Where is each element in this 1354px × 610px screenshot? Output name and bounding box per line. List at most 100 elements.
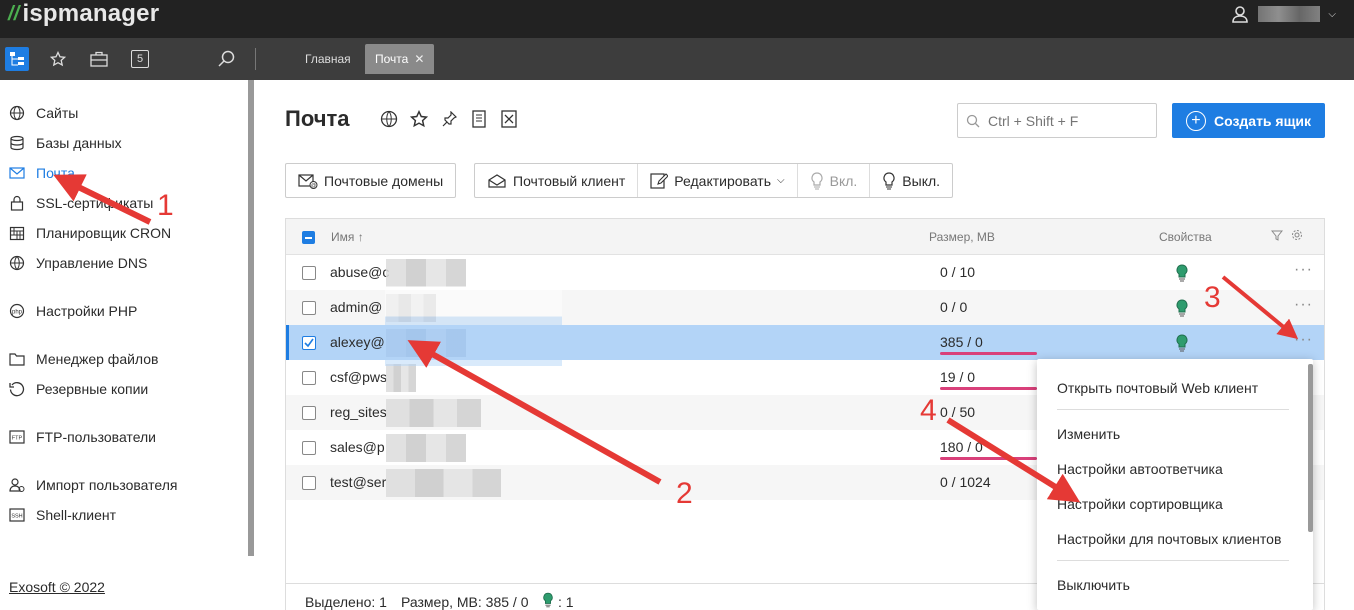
globe-icon [8,104,26,122]
sidebar-item-label: Резервные копии [36,381,149,397]
badge-5: 5 [131,50,149,68]
redacted-block [386,364,416,392]
mail-client-button[interactable]: Почтовый клиент [475,164,637,197]
star-icon[interactable] [410,110,428,128]
tree-icon[interactable] [5,47,29,71]
svg-text:SSH: SSH [11,514,22,520]
chevron-down-icon: ⌵ [1328,8,1336,20]
logo[interactable]: // ispmanager [8,0,159,28]
bulb-icon [542,592,554,610]
table-header: Имя ↑ Размер, МВ Свойства [286,219,1324,255]
menu-scrollbar[interactable] [1308,364,1313,532]
user-menu[interactable]: ⌵ [1230,4,1336,24]
annotation-number: 4 [920,394,937,427]
mail-domains-button[interactable]: @ Почтовые домены [285,163,457,198]
sidebar-item-label: FTP-пользователи [36,429,156,445]
www-globe-icon[interactable] [380,110,398,128]
sidebar-item-label: Менеджер файлов [36,351,159,367]
row-menu-icon[interactable]: ··· [1294,331,1313,349]
sidebar-item-databases[interactable]: Базы данных [8,132,122,154]
sidebar-item-shell[interactable]: SSH Shell-клиент [8,504,116,526]
disable-button[interactable]: Выкл. [869,164,952,197]
menu-divider [1057,560,1289,561]
mailbox-name: abuse@c [330,264,390,280]
column-header-size[interactable]: Размер, МВ [929,230,995,244]
calendar-icon [8,224,26,242]
search-box[interactable] [957,103,1157,138]
column-header-props[interactable]: Свойства [1159,230,1212,244]
svg-text:@: @ [311,183,316,189]
menu-item-autoresponder[interactable]: Настройки автоответчика [1057,461,1223,477]
dns-icon [8,254,26,272]
filter-icon[interactable] [1270,229,1284,244]
sidebar-item-backups[interactable]: Резервные копии [8,378,148,400]
sidebar-item-ftp[interactable]: FTP FTP-пользователи [8,426,156,448]
toolbar-divider [255,48,256,70]
bulb-icon [1176,334,1188,352]
row-checkbox[interactable] [302,406,316,420]
tab-mail[interactable]: Почта ✕ [365,44,435,74]
sidebar-item-ssl[interactable]: SSL-сертификаты [8,192,153,214]
create-mailbox-button[interactable]: + Создать ящик [1172,103,1325,138]
pin-icon[interactable] [440,110,458,128]
bulb-icon [1176,299,1188,317]
chevron-down-icon: ⌵ [777,175,785,186]
sidebar-item-file-manager[interactable]: Менеджер файлов [8,348,159,370]
close-icon[interactable]: ✕ [414,52,424,66]
row-checkbox[interactable] [302,266,316,280]
logo-mark-icon: // [8,2,20,25]
sidebar-item-mail[interactable]: Почта [8,162,75,184]
plus-icon: + [1185,110,1206,131]
select-all-checkbox[interactable] [302,231,315,244]
redacted-block [386,469,501,497]
redacted-block [386,259,466,287]
star-icon[interactable] [46,47,70,71]
context-menu: Открыть почтовый Web клиент Изменить Нас… [1037,359,1313,610]
menu-item-sorter[interactable]: Настройки сортировщика [1057,496,1223,512]
sidebar-item-import-user[interactable]: Импорт пользователя [8,474,178,496]
title-icons [380,110,518,128]
page-title: Почта [285,106,350,131]
enable-button[interactable]: Вкл. [796,164,870,197]
briefcase-icon[interactable] [87,47,111,71]
menu-item-disable[interactable]: Выключить [1057,577,1130,593]
search-icon [966,114,980,127]
edit-button[interactable]: Редактировать ⌵ [637,164,796,197]
backup-icon [8,380,26,398]
row-menu-icon[interactable]: ··· [1294,296,1313,314]
sidebar-item-dns[interactable]: Управление DNS [8,252,147,274]
sidebar-item-label: SSL-сертификаты [36,195,154,211]
sidebar-item-sites[interactable]: Сайты [8,102,78,124]
tab-home-label: Главная [305,52,351,66]
row-menu-icon[interactable]: ··· [1294,261,1313,279]
menu-item-open-webmail[interactable]: Открыть почтовый Web клиент [1057,380,1258,396]
mail-client-icon [488,173,506,188]
sidebar-item-php[interactable]: php Настройки PHP [8,300,137,322]
row-checkbox[interactable] [302,441,316,455]
mailbox-size: 19 / 0 [940,369,976,385]
search-icon[interactable] [215,47,239,71]
manual-icon[interactable] [470,110,488,128]
tab-home[interactable]: Главная [295,44,361,74]
row-checkbox-checked[interactable] [302,336,316,350]
row-checkbox[interactable] [302,476,316,490]
create-mailbox-label: Создать ящик [1213,112,1312,129]
menu-item-edit[interactable]: Изменить [1057,426,1120,442]
menu-item-client-settings[interactable]: Настройки для почтовых клиентов [1057,531,1281,547]
table-row[interactable]: abuse@c 0 / 10 ··· [286,255,1324,290]
row-checkbox[interactable] [302,371,316,385]
settings-gear-icon[interactable] [1291,229,1303,244]
annotation-number: 3 [1204,281,1221,314]
search-input[interactable] [988,112,1153,129]
redacted-block [386,399,481,427]
row-checkbox[interactable] [302,301,316,315]
disable-label: Выкл. [902,172,941,189]
sidebar-item-cron[interactable]: Планировщик CRON [8,222,171,244]
top-bar: // ispmanager ⌵ [0,0,1354,38]
database-icon [8,134,26,152]
excel-export-icon[interactable] [500,110,518,128]
footer-link[interactable]: Exosoft © 2022 [9,579,105,595]
import-user-icon [8,476,26,494]
number-5-icon[interactable]: 5 [128,47,152,71]
column-header-name[interactable]: Имя ↑ [331,230,364,244]
